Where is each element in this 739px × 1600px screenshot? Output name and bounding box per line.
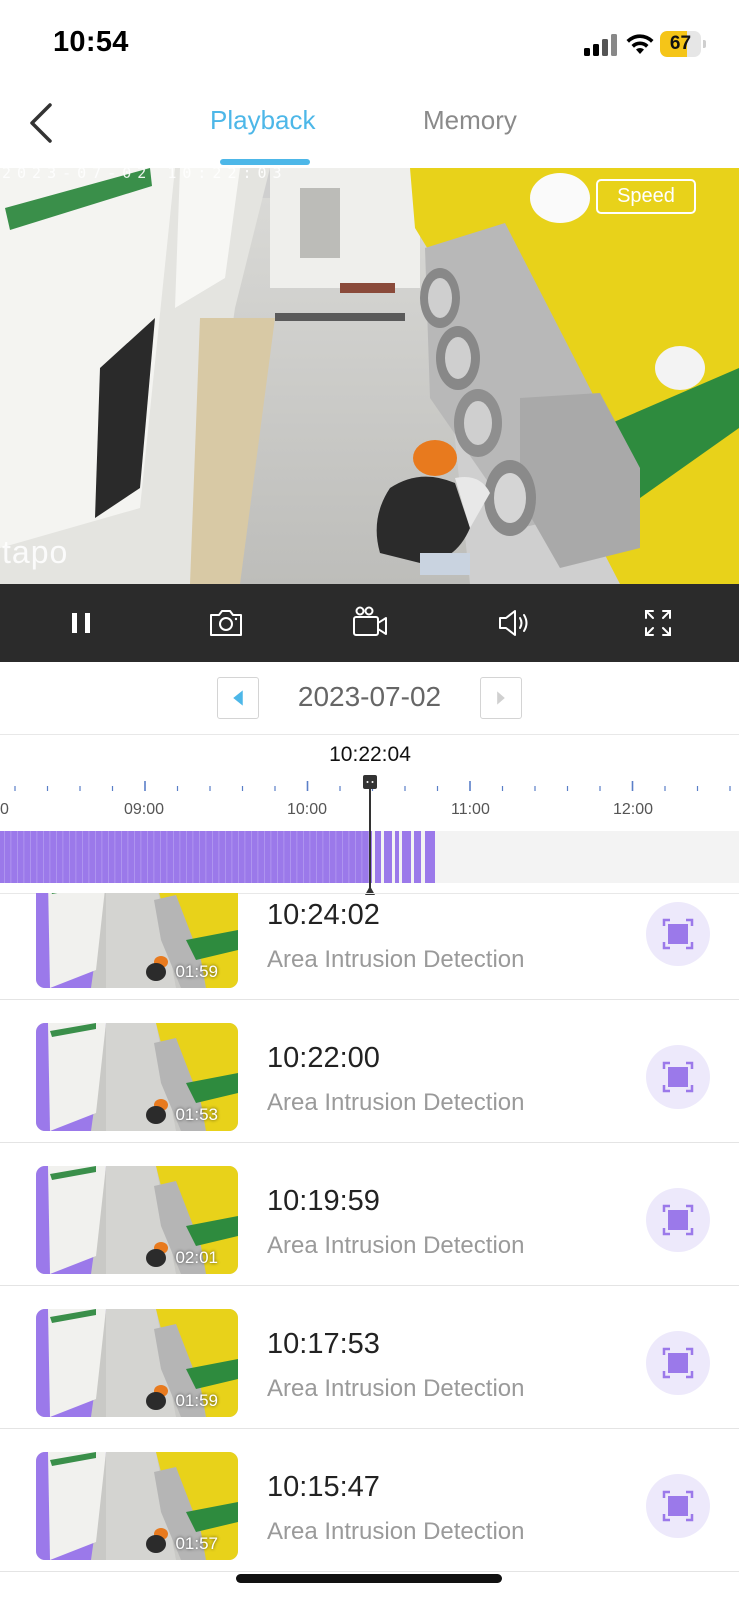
recorded-segment bbox=[395, 831, 399, 883]
fullscreen-icon[interactable] bbox=[638, 603, 678, 643]
hour-label: 10:00 bbox=[287, 801, 328, 818]
signal-icon bbox=[584, 34, 618, 56]
tab-memory[interactable]: Memory bbox=[423, 105, 517, 136]
event-duration: 01:53 bbox=[175, 1105, 218, 1124]
event-thumbnail[interactable]: 01:57 bbox=[36, 1452, 238, 1560]
event-thumbnail[interactable]: 01:53 bbox=[36, 1023, 238, 1131]
video-frame bbox=[0, 168, 739, 584]
playhead-handle[interactable] bbox=[362, 775, 378, 895]
event-thumbnail[interactable]: 01:59 bbox=[36, 1309, 238, 1417]
event-thumbnail[interactable]: 02:01 bbox=[36, 1166, 238, 1274]
event-duration: 01:57 bbox=[175, 1534, 218, 1553]
event-detection-button[interactable] bbox=[646, 1188, 710, 1252]
tapo-watermark: tapo bbox=[2, 534, 69, 570]
event-duration: 01:59 bbox=[175, 1391, 218, 1410]
pause-icon[interactable] bbox=[62, 603, 102, 643]
back-button[interactable] bbox=[22, 98, 62, 148]
event-type: Area Intrusion Detection bbox=[267, 1518, 525, 1545]
speaker-icon[interactable] bbox=[494, 603, 534, 643]
event-item[interactable]: 01:59 10:24:02 Area Intrusion Detection bbox=[0, 893, 739, 999]
status-bar: 10:54 67 bbox=[0, 0, 739, 88]
event-detection-button[interactable] bbox=[646, 902, 710, 966]
event-type: Area Intrusion Detection bbox=[267, 946, 525, 973]
event-divider bbox=[0, 1571, 739, 1572]
focus-frame-icon bbox=[662, 1061, 694, 1093]
recorded-segment bbox=[402, 831, 411, 883]
hour-label: 12:00 bbox=[613, 801, 654, 818]
event-duration: 01:59 bbox=[175, 962, 218, 981]
event-list[interactable]: 01:59 10:24:02 Area Intrusion Detection 01:… bbox=[0, 893, 739, 1600]
battery-icon: 67 bbox=[660, 31, 706, 57]
event-time: 10:19:59 bbox=[267, 1185, 380, 1217]
tab-playback[interactable]: Playback bbox=[210, 105, 316, 136]
event-detection-button[interactable] bbox=[646, 1045, 710, 1109]
event-detection-button[interactable] bbox=[646, 1331, 710, 1395]
focus-frame-icon bbox=[662, 1347, 694, 1379]
event-item[interactable]: 02:01 10:19:59 Area Intrusion Detection bbox=[0, 1142, 739, 1285]
event-time: 10:22:00 bbox=[267, 1042, 380, 1074]
hour-label: 0 bbox=[0, 801, 9, 818]
camera-snapshot-icon[interactable] bbox=[206, 603, 246, 643]
next-day-button[interactable] bbox=[480, 677, 522, 719]
previous-day-button[interactable] bbox=[217, 677, 259, 719]
video-timestamp: 2023-07-02 10:22:03 bbox=[2, 168, 288, 182]
event-type: Area Intrusion Detection bbox=[267, 1089, 525, 1116]
focus-frame-icon bbox=[662, 1204, 694, 1236]
battery-level: 67 bbox=[669, 33, 692, 54]
recorded-segment bbox=[425, 831, 435, 883]
event-item[interactable]: 01:53 10:22:00 Area Intrusion Detection bbox=[0, 999, 739, 1142]
date-navigator: 2023-07-02 bbox=[0, 662, 739, 734]
status-time: 10:54 bbox=[53, 26, 129, 58]
hour-label: 11:00 bbox=[451, 801, 490, 818]
event-thumbnail[interactable]: 01:59 bbox=[36, 893, 238, 988]
recorded-segment bbox=[384, 831, 392, 883]
focus-frame-icon bbox=[662, 918, 694, 950]
event-item[interactable]: 01:59 10:17:53 Area Intrusion Detection bbox=[0, 1285, 739, 1428]
active-tab-indicator bbox=[220, 159, 310, 165]
timeline-current-time: 10:22:04 bbox=[329, 743, 411, 766]
date-label[interactable]: 2023-07-02 bbox=[260, 681, 479, 713]
focus-frame-icon bbox=[662, 1490, 694, 1522]
event-time: 10:24:02 bbox=[267, 899, 380, 931]
event-duration: 02:01 bbox=[175, 1248, 218, 1267]
event-type: Area Intrusion Detection bbox=[267, 1375, 525, 1402]
home-indicator bbox=[236, 1574, 502, 1583]
video-player[interactable]: 2023-07-02 10:22:03 tapo Speed bbox=[0, 168, 739, 584]
event-time: 10:17:53 bbox=[267, 1328, 380, 1360]
event-type: Area Intrusion Detection bbox=[267, 1232, 525, 1259]
timeline[interactable]: 10:22:04 0 09:00 10:00 11:00 12:00 bbox=[0, 735, 739, 895]
speed-button[interactable]: Speed bbox=[596, 179, 696, 214]
record-clip-icon[interactable] bbox=[350, 603, 390, 643]
control-bar bbox=[0, 584, 739, 662]
hour-label: 09:00 bbox=[124, 801, 165, 818]
event-time: 10:15:47 bbox=[267, 1471, 380, 1503]
wifi-icon bbox=[626, 34, 654, 54]
header: Playback Memory bbox=[0, 88, 739, 168]
event-item[interactable]: 01:57 10:15:47 Area Intrusion Detection bbox=[0, 1428, 739, 1571]
event-detection-button[interactable] bbox=[646, 1474, 710, 1538]
recorded-segment bbox=[414, 831, 421, 883]
